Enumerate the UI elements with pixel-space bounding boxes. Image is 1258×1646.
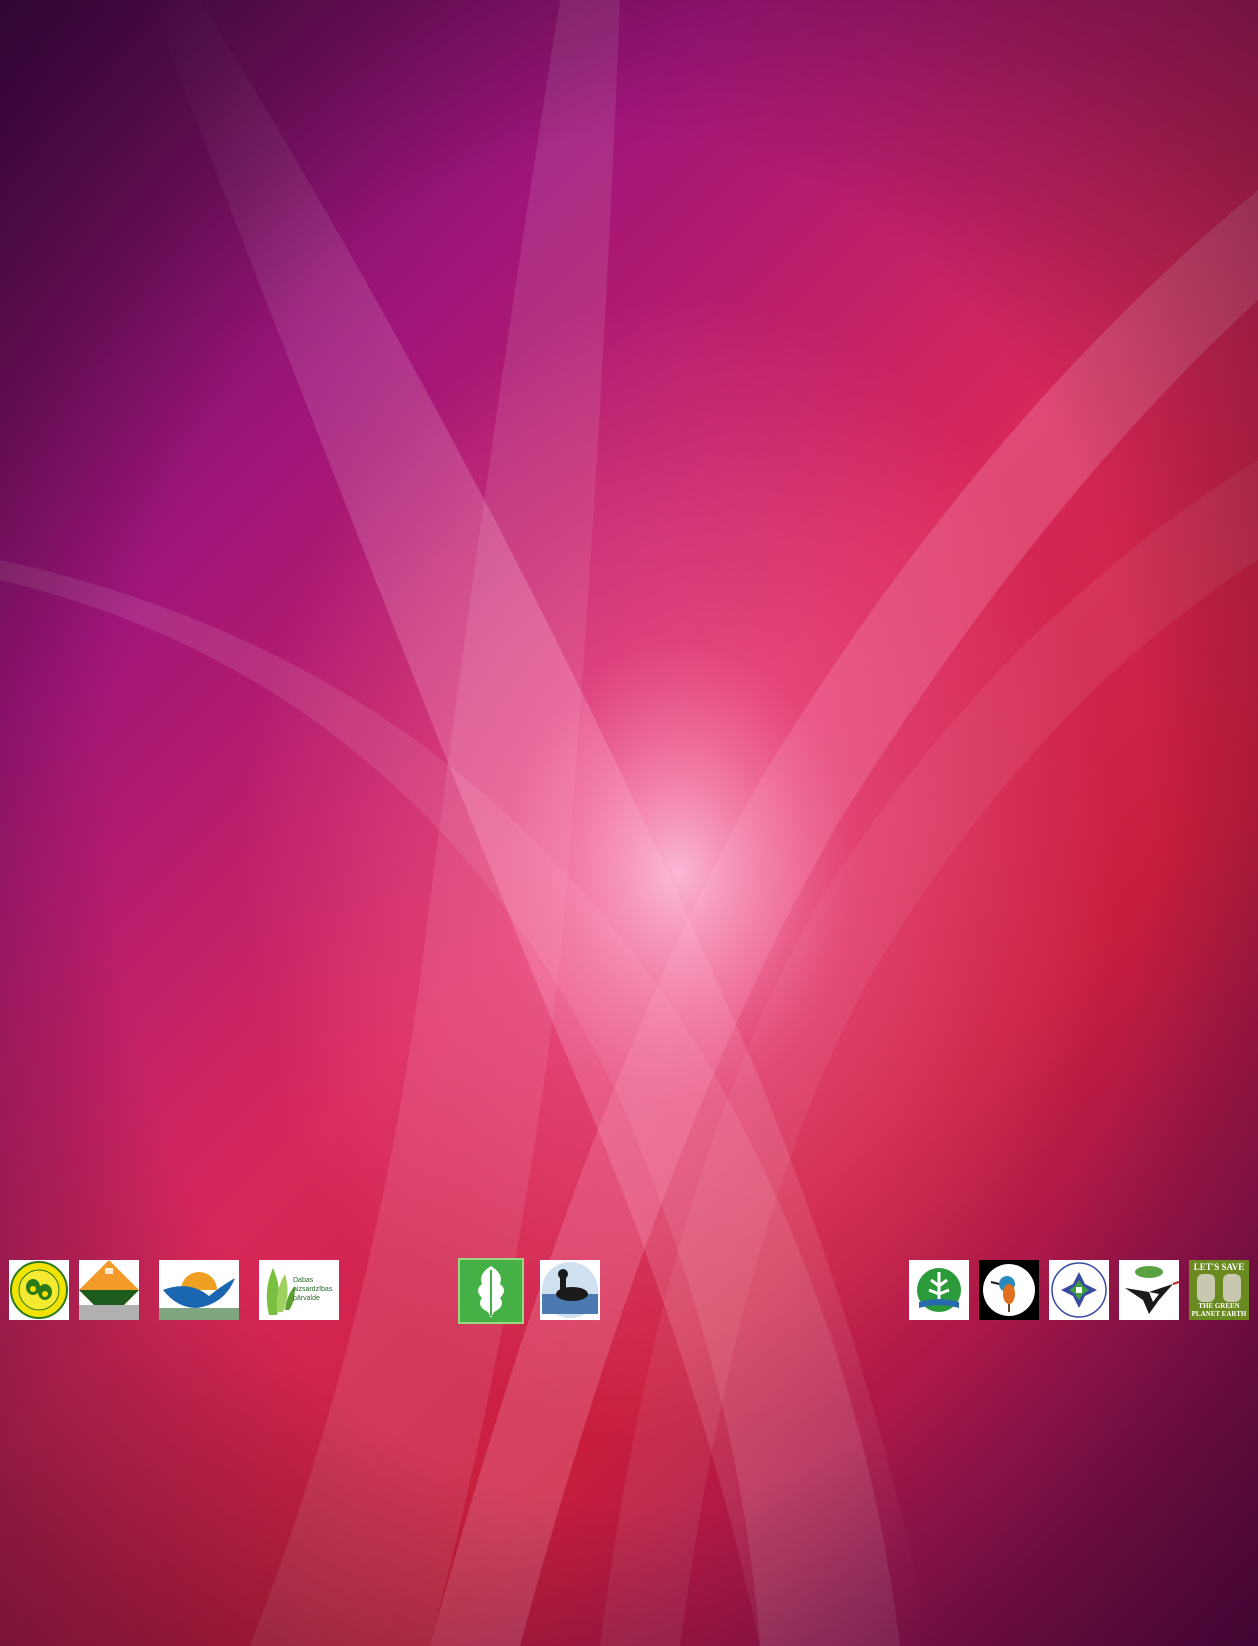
loon-bird-icon [540,1260,600,1320]
stork-flight-icon [1119,1260,1179,1320]
hazelnut-seal-icon [9,1260,69,1320]
bird-wave-icon [159,1260,239,1320]
logo-stork [1119,1260,1179,1320]
logo-11-text-top: LET'S SAVE [1193,1262,1245,1272]
logo-4-text: Dabas aizsardzības pārvalde [293,1277,333,1302]
landscape-diamond-icon [79,1260,139,1320]
background-streaks [0,0,1258,1646]
tree-water-icon [909,1260,969,1320]
ornament-cross-icon [1049,1260,1109,1320]
logo-landscape-diamond [79,1260,139,1320]
logo-ornament-cross [1049,1260,1109,1320]
logo-tree-water [909,1260,969,1320]
logo-11-text-bottom: THE GREEN PLANET EARTH [1191,1302,1247,1318]
background [0,0,1258,1646]
logo-save-the-planet: LET'S SAVE THE GREEN PLANET EARTH [1189,1260,1249,1320]
logo-hazelnut [9,1260,69,1320]
logo-loon-bird [540,1260,600,1320]
logo-bird-wave [159,1260,239,1320]
vignette [0,0,1258,1646]
green-oak-leaf-icon [478,1266,504,1318]
logo-nature-conservation-agency: Dabas aizsardzības pārvalde [259,1260,339,1320]
logo-kingfisher [979,1260,1039,1320]
kingfisher-icon [979,1260,1039,1320]
logo-green-oak-leaf [458,1258,524,1324]
